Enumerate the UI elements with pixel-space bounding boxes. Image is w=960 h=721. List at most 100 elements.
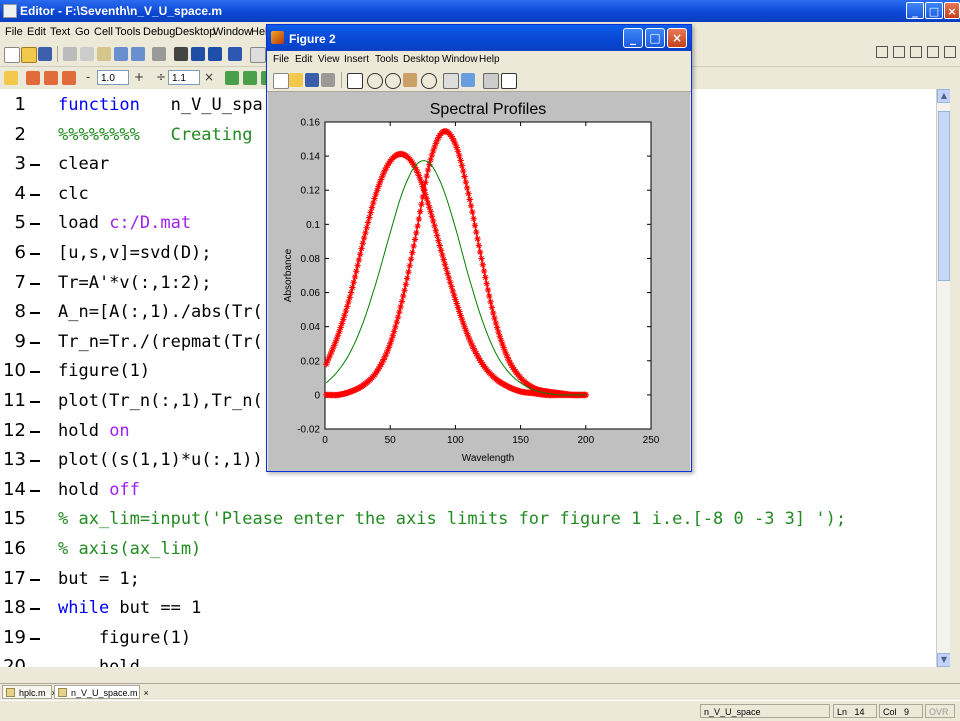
cell-icon-a[interactable] bbox=[225, 71, 239, 85]
back-icon[interactable] bbox=[191, 47, 205, 61]
code-line[interactable]: hold bbox=[58, 657, 140, 667]
code-line[interactable]: hold on bbox=[58, 421, 130, 441]
cell-mode-icon[interactable] bbox=[4, 71, 18, 85]
executable-line-marker[interactable] bbox=[30, 341, 40, 344]
layout-grid-icon[interactable] bbox=[944, 46, 956, 58]
executable-line-marker[interactable] bbox=[30, 312, 40, 315]
rotate-3d-icon[interactable] bbox=[421, 73, 437, 89]
zoom-out-icon[interactable] bbox=[385, 73, 401, 89]
executable-line-marker[interactable] bbox=[30, 489, 40, 492]
fig-menu-edit[interactable]: Edit bbox=[295, 54, 312, 65]
fig-menu-file[interactable]: File bbox=[273, 54, 289, 65]
scale-value-field[interactable]: 1.1 bbox=[168, 70, 200, 85]
layout-single-icon[interactable] bbox=[876, 46, 888, 58]
edit-plot-arrow-icon[interactable] bbox=[347, 73, 363, 89]
fig-print-icon[interactable] bbox=[321, 73, 335, 87]
menu-file[interactable]: File bbox=[5, 26, 23, 38]
executable-line-marker[interactable] bbox=[30, 430, 40, 433]
code-line[interactable]: A_n=[A(:,1)./abs(Tr( bbox=[58, 302, 263, 322]
figure-title-bar[interactable]: Figure 2 _ □ × bbox=[267, 25, 691, 51]
eval-file-icon[interactable] bbox=[62, 71, 76, 85]
menu-edit[interactable]: Edit bbox=[27, 26, 46, 38]
code-line[interactable]: load c:/D.mat bbox=[58, 213, 191, 233]
data-cursor-icon[interactable] bbox=[443, 73, 459, 89]
scroll-up-icon[interactable]: ▲ bbox=[937, 89, 951, 103]
fig-save-icon[interactable] bbox=[305, 73, 319, 87]
scroll-thumb[interactable] bbox=[938, 111, 950, 281]
insert-colorbar-icon[interactable] bbox=[461, 73, 475, 87]
code-line[interactable]: while but == 1 bbox=[58, 598, 201, 618]
menu-window[interactable]: Window bbox=[213, 26, 252, 38]
figure-window[interactable]: Figure 2 _ □ × File Edit View Insert Too… bbox=[266, 24, 692, 472]
code-line[interactable]: Tr_n=Tr./(repmat(Tr( bbox=[58, 332, 263, 352]
fig-open-icon[interactable] bbox=[289, 73, 303, 87]
figure-canvas[interactable]: Spectral Profiles Wavelength Absorbance 0 50… bbox=[268, 92, 690, 471]
vertical-scrollbar[interactable]: ▲ ▼ bbox=[936, 89, 951, 667]
code-line[interactable]: function n_V_U_spa bbox=[58, 95, 263, 115]
menu-tools[interactable]: Tools bbox=[115, 26, 141, 38]
executable-line-marker[interactable] bbox=[30, 193, 40, 196]
menu-text[interactable]: Text bbox=[50, 26, 70, 38]
menu-cell[interactable]: Cell bbox=[94, 26, 113, 38]
spectral-profiles-chart[interactable]: Spectral Profiles Wavelength Absorbance 0 50… bbox=[268, 92, 690, 471]
eval-cell-icon[interactable] bbox=[26, 71, 40, 85]
code-line[interactable]: clear bbox=[58, 154, 109, 174]
eval-cell-advance-icon[interactable] bbox=[44, 71, 58, 85]
layout-split-v-icon[interactable] bbox=[893, 46, 905, 58]
find-icon[interactable] bbox=[174, 47, 188, 61]
breakpoint-icon[interactable] bbox=[250, 47, 266, 63]
code-line[interactable]: [u,s,v]=svd(D); bbox=[58, 243, 212, 263]
executable-line-marker[interactable] bbox=[30, 637, 40, 640]
decrement-button[interactable]: - bbox=[86, 70, 90, 84]
maximize-button[interactable]: □ bbox=[925, 2, 943, 19]
print-icon[interactable] bbox=[152, 47, 166, 61]
code-line[interactable]: clc bbox=[58, 184, 89, 204]
figure-maximize-button[interactable]: □ bbox=[645, 28, 665, 48]
divide-button[interactable]: ÷ bbox=[156, 70, 166, 84]
pan-hand-icon[interactable] bbox=[403, 73, 417, 87]
minimize-button[interactable]: _ bbox=[906, 2, 924, 19]
tab-hplc[interactable]: hplc.m× bbox=[2, 685, 57, 699]
plot-tools-icon[interactable] bbox=[501, 73, 517, 89]
menu-desktop[interactable]: Desktop bbox=[175, 26, 215, 38]
code-line[interactable]: % axis(ax_lim) bbox=[58, 539, 201, 559]
increment-value-field[interactable]: 1.0 bbox=[97, 70, 129, 85]
fig-menu-tools[interactable]: Tools bbox=[375, 54, 398, 65]
executable-line-marker[interactable] bbox=[30, 253, 40, 255]
zoom-in-icon[interactable] bbox=[367, 73, 383, 89]
new-file-icon[interactable] bbox=[4, 47, 20, 63]
figure-minimize-button[interactable]: _ bbox=[623, 28, 643, 48]
editor-title-bar[interactable]: Editor - F:\Seventh\n_V_U_space.m _ □ × bbox=[0, 0, 960, 22]
save-icon[interactable] bbox=[38, 47, 52, 61]
layout-split-h-icon[interactable] bbox=[910, 46, 922, 58]
fig-menu-window[interactable]: Window bbox=[442, 54, 478, 65]
close-button[interactable]: × bbox=[944, 2, 960, 19]
executable-line-marker[interactable] bbox=[30, 282, 40, 285]
cut-icon[interactable] bbox=[63, 47, 77, 61]
fig-menu-desktop[interactable]: Desktop bbox=[403, 54, 440, 65]
undo-icon[interactable] bbox=[114, 47, 128, 61]
executable-line-marker[interactable] bbox=[30, 164, 40, 167]
tab-close-icon[interactable]: × bbox=[144, 688, 149, 698]
executable-line-marker[interactable] bbox=[30, 401, 40, 403]
multiply-button[interactable]: × bbox=[204, 70, 214, 84]
code-line[interactable]: hold off bbox=[58, 480, 140, 500]
tab-n-v-u-space[interactable]: n_V_U_space.m × bbox=[54, 685, 149, 699]
paste-icon[interactable] bbox=[97, 47, 111, 61]
menu-debug[interactable]: Debug bbox=[143, 26, 175, 38]
forward-icon[interactable] bbox=[208, 47, 222, 61]
code-line[interactable]: figure(1) bbox=[58, 361, 150, 381]
undock-icon[interactable] bbox=[927, 46, 939, 58]
executable-line-marker[interactable] bbox=[30, 578, 40, 581]
cell-icon-b[interactable] bbox=[243, 71, 257, 85]
code-line[interactable]: % ax_lim=input('Please enter the axis li… bbox=[58, 509, 846, 529]
code-line[interactable]: plot(Tr_n(:,1),Tr_n( bbox=[58, 391, 263, 411]
figure-close-button[interactable]: × bbox=[667, 28, 687, 48]
code-line[interactable]: but = 1; bbox=[58, 569, 140, 589]
increment-button[interactable]: + bbox=[134, 70, 144, 84]
executable-line-marker[interactable] bbox=[30, 223, 40, 226]
scroll-down-icon[interactable]: ▼ bbox=[937, 653, 951, 667]
function-icon[interactable] bbox=[228, 47, 242, 61]
executable-line-marker[interactable] bbox=[30, 608, 40, 611]
fig-menu-insert[interactable]: Insert bbox=[344, 54, 369, 65]
